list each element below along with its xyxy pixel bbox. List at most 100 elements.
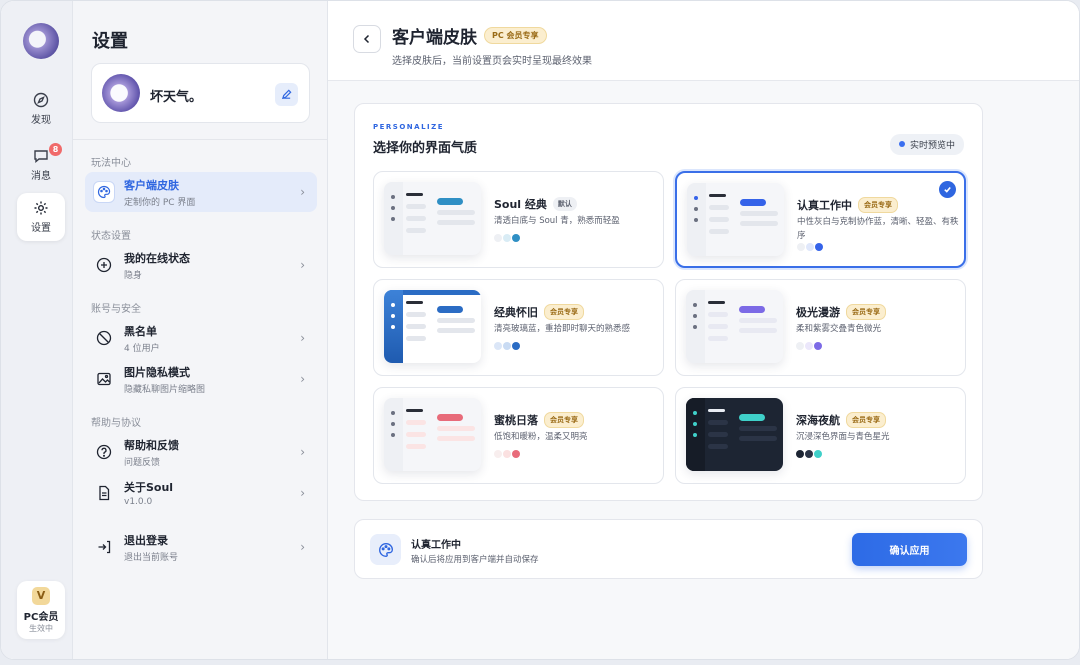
- theme-tag: 会员专享: [858, 197, 898, 213]
- selected-theme-name: 认真工作中: [411, 540, 461, 551]
- theme-description: 低饱和暖粉，温柔又明亮: [494, 432, 588, 442]
- color-swatch: [503, 450, 511, 458]
- menu-item-subtitle: 4 位用户: [124, 343, 160, 354]
- profile-card[interactable]: 坏天气。: [91, 63, 310, 123]
- page-header: 客户端皮肤 PC 会员专享 选择皮肤后，当前设置页会实时呈现最终效果: [328, 1, 1079, 81]
- rail-item-discover[interactable]: 发现: [17, 85, 65, 133]
- apply-bar: 认真工作中 确认后将应用到客户端并自动保存 确认应用: [354, 519, 983, 579]
- menu-item-online-status[interactable]: 我的在线状态 隐身 ›: [85, 245, 317, 285]
- color-swatch: [805, 342, 813, 350]
- menu-item-blacklist[interactable]: 黑名单 4 位用户 ›: [85, 318, 317, 358]
- menu-item-title: 关于Soul: [124, 481, 174, 494]
- theme-card-deep-sea[interactable]: 深海夜航 会员专享 沉浸深色界面与青色星光: [675, 387, 966, 484]
- theme-swatches: [796, 450, 822, 458]
- chevron-right-icon: ›: [300, 185, 305, 199]
- menu-item-subtitle: v1.0.0: [124, 497, 153, 507]
- theme-preview: [686, 398, 783, 471]
- settings-title: 设置: [92, 31, 128, 52]
- color-swatch: [805, 450, 813, 458]
- color-swatch: [512, 234, 520, 242]
- theme-card-soul-classic[interactable]: Soul 经典 默认 清透白底与 Soul 青，熟悉而轻盈: [373, 171, 664, 268]
- menu-item-logout[interactable]: 退出登录 退出当前账号 ›: [85, 527, 317, 567]
- page-subtitle: 选择皮肤后，当前设置页会实时呈现最终效果: [392, 56, 592, 67]
- rail-item-label: 发现: [31, 115, 51, 126]
- back-button[interactable]: [353, 25, 381, 53]
- theme-tag: 会员专享: [544, 412, 584, 428]
- document-icon: [93, 482, 115, 504]
- menu-item-client-skin[interactable]: 客户端皮肤 定制你的 PC 界面 ›: [85, 172, 317, 212]
- palette-icon: [93, 181, 115, 203]
- palette-icon: [370, 534, 401, 565]
- menu-item-image-privacy[interactable]: 图片隐私模式 隐藏私聊图片缩略图 ›: [85, 359, 317, 399]
- color-swatch: [796, 342, 804, 350]
- pencil-icon: [281, 89, 292, 100]
- vip-title: PC会员: [23, 611, 59, 623]
- menu-item-help-feedback[interactable]: 帮助和反馈 问题反馈 ›: [85, 432, 317, 472]
- confirm-apply-button[interactable]: 确认应用: [852, 533, 967, 566]
- color-swatch: [796, 450, 804, 458]
- theme-description: 中性灰白与克制协作蓝，清晰、轻盈、有秩序: [797, 217, 959, 241]
- avatar: [102, 74, 140, 112]
- theme-tag: 会员专享: [544, 304, 584, 320]
- unread-badge: 8: [49, 143, 62, 156]
- chevron-left-icon: [363, 34, 370, 44]
- rail-item-label: 消息: [31, 171, 51, 182]
- theme-title-row: Soul 经典 默认: [494, 196, 577, 212]
- theme-title-row: 经典怀旧 会员专享: [494, 304, 584, 320]
- vip-card[interactable]: V PC会员 生效中: [17, 581, 65, 639]
- menu-item-title: 黑名单: [124, 324, 157, 338]
- color-swatch: [806, 243, 814, 251]
- color-swatch: [494, 450, 502, 458]
- help-icon: [93, 441, 115, 463]
- theme-name: 认真工作中: [797, 199, 852, 212]
- check-icon: [939, 181, 956, 198]
- page-title: 客户端皮肤: [392, 28, 477, 48]
- color-swatch: [815, 243, 823, 251]
- theme-card-focus-work[interactable]: 认真工作中 会员专享中性灰白与克制协作蓝，清晰、轻盈、有秩序: [675, 171, 966, 268]
- block-icon: [93, 327, 115, 349]
- menu-item-subtitle: 定制你的 PC 界面: [124, 197, 196, 208]
- vip-badge: PC 会员专享: [484, 27, 547, 44]
- section-title: 账号与安全: [91, 304, 141, 315]
- rail-item-messages[interactable]: 消息 8: [17, 141, 65, 189]
- theme-preview: [384, 182, 481, 255]
- theme-card-classic-nostalgia[interactable]: 经典怀旧 会员专享清亮玻璃蓝，重拾即时聊天的熟悉感: [373, 279, 664, 376]
- settings-sidebar: 设置 坏天气。 玩法中心 客户端皮肤 定制你的 PC 界面 › 状态设置 我的在线…: [73, 1, 328, 659]
- chevron-right-icon: ›: [300, 540, 305, 554]
- color-swatch: [512, 450, 520, 458]
- vip-status: 生效中: [29, 623, 53, 633]
- theme-title-row: 蜜桃日落 会员专享: [494, 412, 584, 428]
- menu-item-about[interactable]: 关于Soul v1.0.0 ›: [85, 473, 317, 513]
- plus-circle-icon: [93, 254, 115, 276]
- rail-item-label: 设置: [31, 223, 51, 234]
- chevron-right-icon: ›: [300, 445, 305, 459]
- edit-profile-button[interactable]: [275, 83, 298, 106]
- theme-title-row: 深海夜航 会员专享: [796, 412, 886, 428]
- compass-icon: [33, 92, 49, 108]
- theme-description: 清亮玻璃蓝，重拾即时聊天的熟悉感: [494, 324, 631, 334]
- theme-card-peach-sunset[interactable]: 蜜桃日落 会员专享低饱和暖粉，温柔又明亮: [373, 387, 664, 484]
- menu-item-title: 退出登录: [124, 533, 168, 547]
- theme-tag: 会员专享: [846, 304, 886, 320]
- section-title: 玩法中心: [91, 158, 131, 169]
- theme-name: 经典怀旧: [494, 306, 538, 319]
- menu-item-subtitle: 隐藏私聊图片缩略图: [124, 384, 206, 395]
- menu-item-subtitle: 问题反馈: [124, 457, 161, 468]
- theme-panel: PERSONALIZE 选择你的界面气质 实时预览中 Soul 经典 默认 清透白底…: [354, 103, 983, 501]
- section-title: 帮助与协议: [91, 418, 141, 429]
- app-window: 发现 消息 8 设置 V PC会员 生效中 设置 坏天气。 玩法中心 客户端皮肤…: [0, 0, 1080, 660]
- theme-swatches: [494, 450, 520, 458]
- color-swatch: [814, 450, 822, 458]
- theme-name: Soul 经典: [494, 198, 547, 211]
- live-preview-badge: 实时预览中: [889, 134, 964, 155]
- theme-card-aurora[interactable]: 极光漫游 会员专享 柔和紫雾交叠青色微光: [675, 279, 966, 376]
- theme-name: 深海夜航: [796, 414, 840, 427]
- color-swatch: [797, 243, 805, 251]
- apply-hint: 确认后将应用到客户端并自动保存: [411, 555, 539, 565]
- menu-item-title: 我的在线状态: [124, 251, 190, 265]
- logout-icon: [93, 536, 115, 558]
- theme-tag: 默认: [552, 197, 577, 211]
- color-swatch: [512, 342, 520, 350]
- rail-item-settings[interactable]: 设置: [17, 193, 65, 241]
- theme-swatches: [494, 342, 520, 350]
